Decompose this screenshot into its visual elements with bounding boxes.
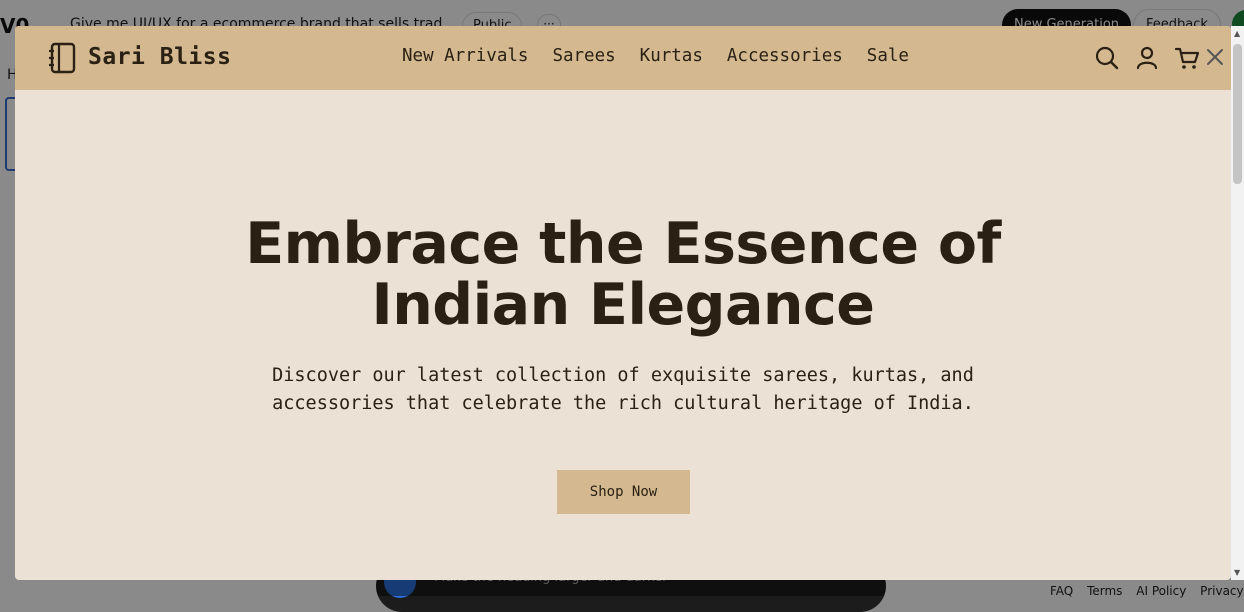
hero-subtitle: Discover our latest collection of exquis… <box>272 365 974 414</box>
nav-accessories[interactable]: Accessories <box>727 46 843 66</box>
user-icon[interactable] <box>1134 45 1160 71</box>
notebook-icon <box>49 42 76 74</box>
hero-title: Embrace the Essence of Indian Elegance <box>15 214 1231 336</box>
nav-new-arrivals[interactable]: New Arrivals <box>402 46 528 66</box>
preview-modal: Sari Bliss New Arrivals Sarees Kurtas Ac… <box>15 26 1231 580</box>
search-icon[interactable] <box>1094 45 1120 71</box>
scroll-down-arrow-icon[interactable]: ▼ <box>1234 568 1240 577</box>
scroll-up-arrow-icon[interactable]: ▲ <box>1234 29 1240 38</box>
nav-sarees[interactable]: Sarees <box>552 46 615 66</box>
scrollbar-thumb[interactable] <box>1233 44 1242 184</box>
site-navbar: Sari Bliss New Arrivals Sarees Kurtas Ac… <box>15 26 1231 90</box>
brand-name[interactable]: Sari Bliss <box>88 44 231 70</box>
cart-icon[interactable] <box>1174 45 1200 71</box>
hero-title-line-2: Indian Elegance <box>371 272 875 338</box>
nav-sale[interactable]: Sale <box>867 46 909 66</box>
nav-kurtas[interactable]: Kurtas <box>640 46 703 66</box>
shop-now-button[interactable]: Shop Now <box>557 470 690 514</box>
close-icon[interactable] <box>1204 46 1226 68</box>
hero-title-line-1: Embrace the Essence of <box>245 211 1001 277</box>
main-nav: New Arrivals Sarees Kurtas Accessories S… <box>402 46 933 66</box>
